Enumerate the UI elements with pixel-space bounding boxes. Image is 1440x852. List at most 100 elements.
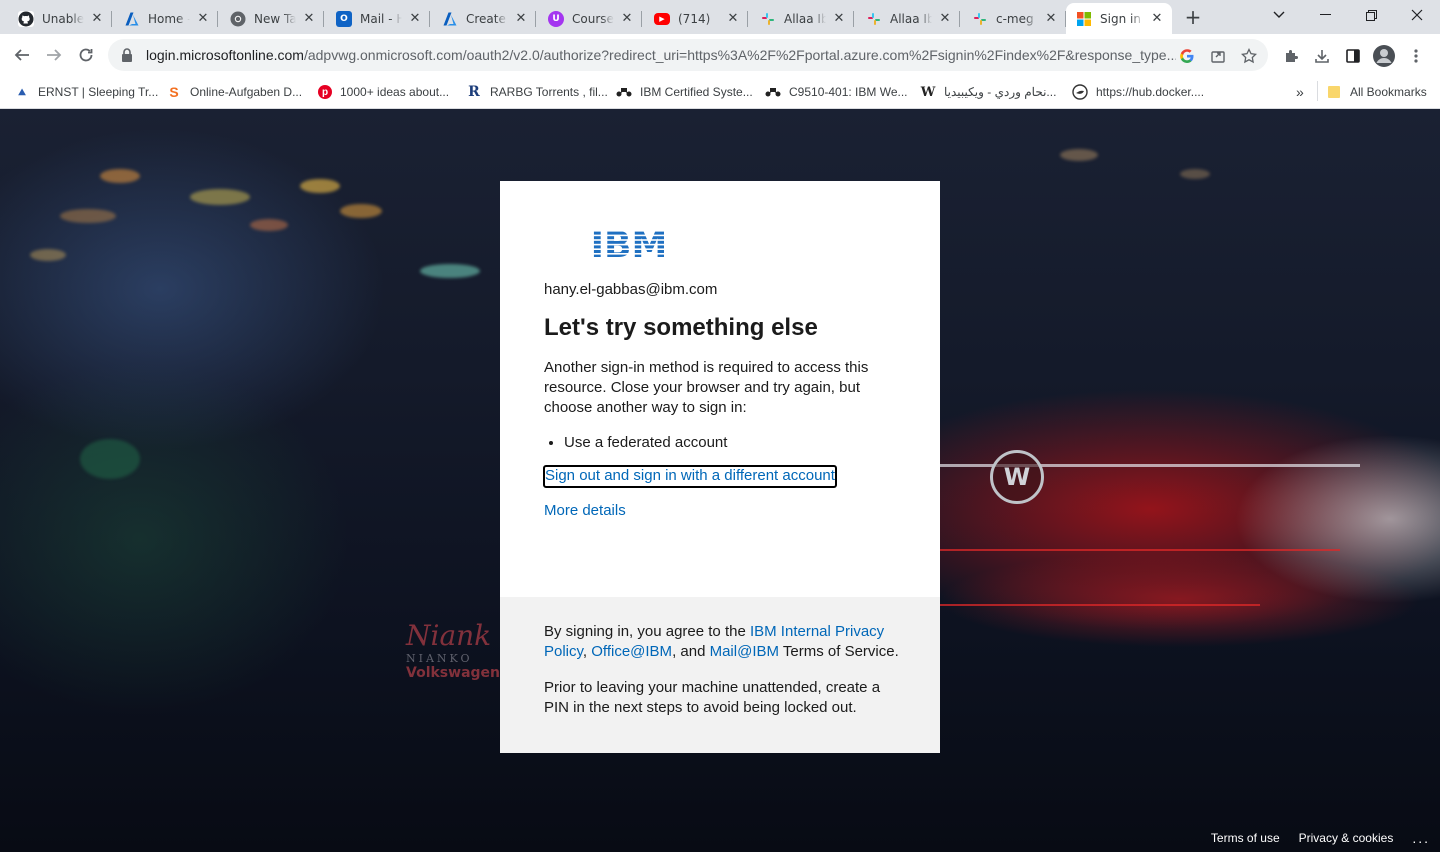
bookmark-online-aufgaben[interactable]: S Online-Aufgaben D...	[166, 81, 302, 103]
slack-icon	[760, 11, 776, 27]
download-icon[interactable]	[1311, 45, 1333, 67]
tab-outlook[interactable]: O Mail - H ✕	[326, 3, 430, 34]
terms-of-use-link[interactable]: Terms of use	[1211, 831, 1280, 845]
udemy-icon: U	[548, 10, 564, 27]
tab-new-tab[interactable]: New Ta ✕	[220, 3, 324, 34]
close-icon[interactable]: ✕	[88, 10, 106, 28]
list-item: Use a federated account	[564, 434, 727, 451]
watermark-name: NIANKO	[406, 652, 473, 665]
tab-youtube[interactable]: ▶ (714) ✕	[644, 3, 748, 34]
signout-different-account-link[interactable]: Sign out and sign in with a different ac…	[543, 465, 837, 488]
close-icon[interactable]: ✕	[724, 10, 742, 28]
new-tab-button[interactable]: +	[1180, 5, 1206, 29]
ibm-logo: IBM	[590, 225, 668, 266]
tab-azure-home[interactable]: Home - ✕	[114, 3, 218, 34]
tab-title: Allaa Ib	[784, 11, 826, 26]
office-ibm-link[interactable]: Office@IBM	[591, 643, 672, 660]
bokeh-light	[80, 439, 140, 479]
tab-udemy[interactable]: U Course ✕	[538, 3, 642, 34]
bookmark-pinterest[interactable]: p 1000+ ideas about...	[318, 81, 449, 103]
address-bar[interactable]: login.microsoftonline.com/adpvwg.onmicro…	[108, 39, 1268, 71]
bookmark-label: RARBG Torrents , fil...	[490, 85, 608, 99]
google-translate-icon[interactable]	[1178, 47, 1196, 65]
all-bookmarks-label: All Bookmarks	[1350, 85, 1427, 99]
page-title: Let's try something else	[544, 314, 818, 341]
mail-ibm-link[interactable]: Mail@IBM	[710, 643, 779, 660]
close-icon[interactable]: ✕	[618, 10, 636, 28]
all-bookmarks-button[interactable]: All Bookmarks	[1326, 81, 1427, 103]
tab-title: c-meg	[996, 11, 1034, 26]
close-icon[interactable]: ✕	[1148, 10, 1166, 28]
close-icon[interactable]: ✕	[512, 10, 530, 28]
minimize-icon[interactable]	[1302, 0, 1348, 30]
tab-title: New Ta	[254, 11, 296, 26]
bokeh-light	[190, 189, 250, 205]
tab-title: Allaa Ib	[890, 11, 932, 26]
bookmark-label: IBM Certified Syste...	[640, 85, 753, 99]
chrome-icon	[230, 11, 246, 27]
tab-title: Course	[572, 11, 614, 26]
share-icon[interactable]	[1209, 47, 1227, 65]
close-icon[interactable]: ✕	[830, 10, 848, 28]
tab-title: Home -	[148, 11, 190, 26]
bookmark-label: Online-Aufgaben D...	[190, 85, 303, 99]
wikipedia-icon: W	[920, 84, 936, 100]
bokeh-light	[30, 249, 66, 261]
bokeh-light	[1060, 149, 1098, 161]
menu-kebab-icon[interactable]	[1405, 45, 1427, 67]
bookmark-ernst[interactable]: ⛰ ERNST | Sleeping Tr...	[14, 81, 158, 103]
pinterest-icon: p	[318, 85, 332, 99]
bookmark-ibm-certified[interactable]: IBM Certified Syste...	[616, 81, 753, 103]
slack-icon	[866, 11, 882, 27]
restore-icon[interactable]	[1348, 0, 1394, 30]
close-icon[interactable]: ✕	[300, 10, 318, 28]
close-icon[interactable]: ✕	[406, 10, 424, 28]
signin-methods-list: Use a federated account	[564, 434, 727, 451]
star-icon[interactable]	[1240, 47, 1258, 65]
r-icon: R	[468, 84, 480, 100]
network-icon	[765, 84, 781, 100]
bookmark-docker-hub[interactable]: https://hub.docker....	[1072, 81, 1204, 103]
tab-sign-in[interactable]: Sign in ✕	[1066, 3, 1172, 34]
bokeh-light	[250, 219, 288, 231]
reload-icon[interactable]	[72, 41, 100, 69]
privacy-cookies-link[interactable]: Privacy & cookies	[1299, 831, 1394, 845]
outlook-icon: O	[336, 10, 352, 27]
extensions-icon[interactable]	[1280, 45, 1302, 67]
tab-slack-1[interactable]: Allaa Ib ✕	[750, 3, 854, 34]
bookmark-c9510[interactable]: C9510-401: IBM We...	[765, 81, 908, 103]
url-text[interactable]: login.microsoftonline.com/adpvwg.onmicro…	[146, 47, 1176, 63]
more-details-link[interactable]: More details	[544, 502, 626, 519]
close-icon[interactable]: ✕	[194, 10, 212, 28]
footer-more-icon[interactable]: ...	[1412, 830, 1430, 846]
artist-watermark: Niank NIANKO Volkswagen	[406, 619, 500, 681]
s-icon: S	[169, 84, 179, 100]
bookmark-wikipedia[interactable]: W نحام وردي - ويكيبيديا...	[920, 81, 1057, 103]
ibm-logo-text: IBM	[591, 227, 668, 259]
forward-arrow-icon[interactable]	[40, 41, 68, 69]
azure-icon	[124, 11, 140, 27]
tab-github[interactable]: Unable ✕	[8, 3, 112, 34]
tab-title: Mail - H	[360, 11, 402, 26]
tab-c-meg[interactable]: c-meg ✕	[962, 3, 1066, 34]
bokeh-light	[300, 179, 340, 193]
bookmarks-overflow-button[interactable]: »	[1296, 81, 1304, 103]
tab-strip: Unable ✕ Home - ✕ New Ta ✕ O Mail - H ✕ …	[0, 0, 1440, 34]
side-panel-icon[interactable]	[1342, 45, 1364, 67]
tab-search-icon[interactable]	[1256, 0, 1302, 30]
close-icon[interactable]: ✕	[936, 10, 954, 28]
folder-icon	[1326, 84, 1342, 100]
close-icon[interactable]: ✕	[1042, 10, 1060, 28]
back-arrow-icon[interactable]	[8, 41, 36, 69]
tab-title: Create	[466, 11, 506, 26]
tab-title: (714)	[678, 11, 711, 26]
bookmark-label: https://hub.docker....	[1096, 85, 1205, 99]
tab-azure-create[interactable]: Create ✕	[432, 3, 536, 34]
profile-avatar-icon[interactable]	[1373, 45, 1395, 67]
car-red-line	[940, 549, 1340, 551]
lock-icon[interactable]	[120, 47, 134, 63]
tab-slack-2[interactable]: Allaa Ib ✕	[856, 3, 960, 34]
bookmark-rarbg[interactable]: R RARBG Torrents , fil...	[466, 81, 608, 103]
close-window-icon[interactable]	[1394, 0, 1440, 30]
car-red-line	[940, 604, 1260, 606]
